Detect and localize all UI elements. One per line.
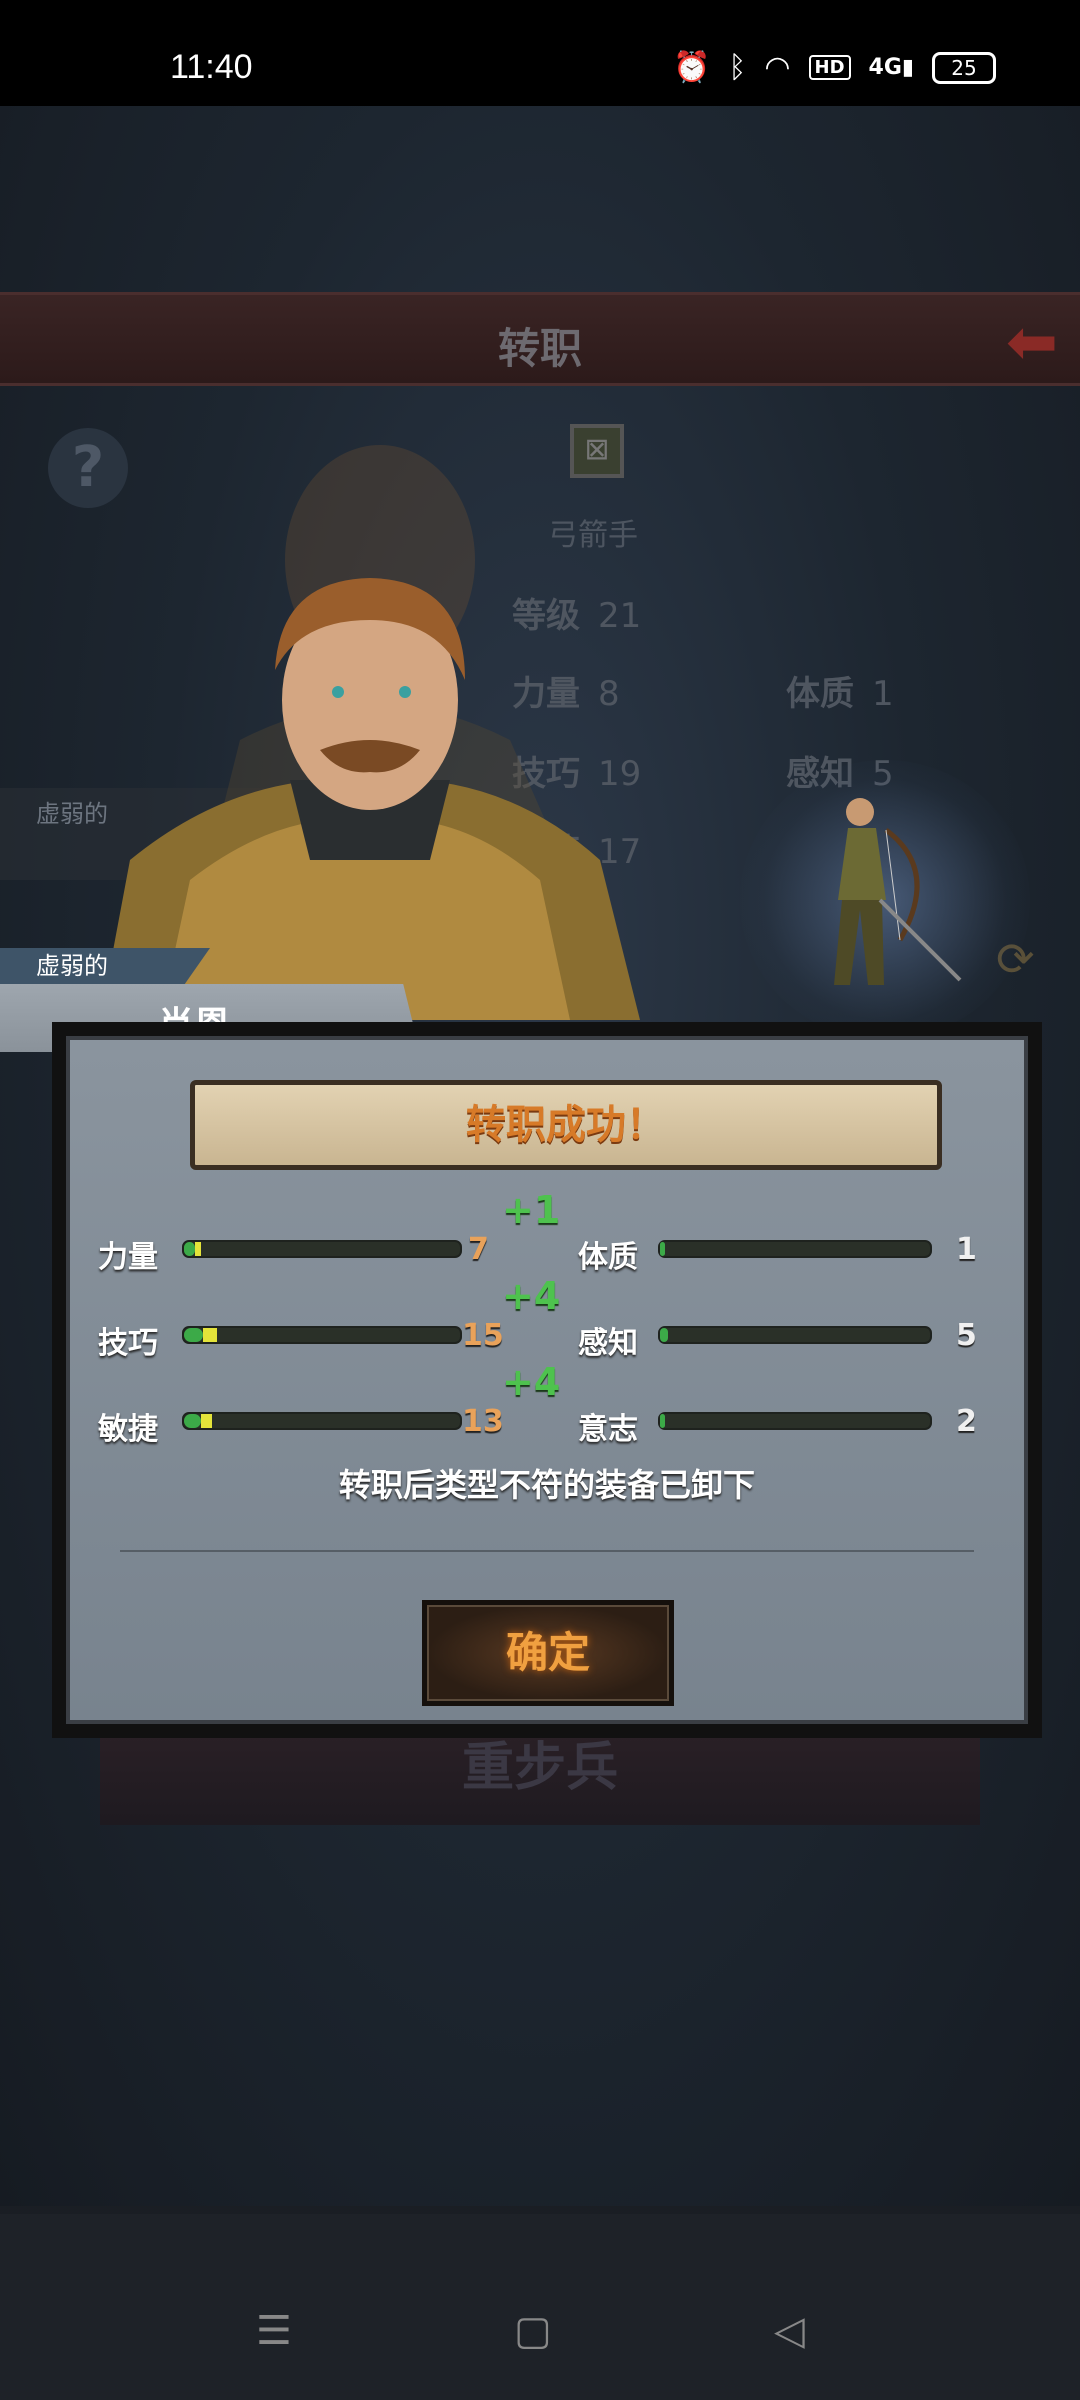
- stat-label-agility: 敏捷: [98, 1412, 158, 1447]
- stat-value-skill: 15: [462, 1318, 504, 1353]
- stat-gain-skill: +4: [502, 1274, 561, 1318]
- bluetooth-icon: ᛒ: [728, 50, 747, 85]
- background-stat-constitution: 体质 1: [786, 674, 894, 714]
- stat-bar-perception: [658, 1326, 932, 1344]
- stat-bar-skill: [182, 1326, 462, 1344]
- stat-bar-will: [658, 1412, 932, 1430]
- confirm-button[interactable]: 确定: [422, 1600, 674, 1706]
- stat-label-will: 意志: [578, 1412, 638, 1447]
- wifi-icon: ◠: [764, 50, 791, 85]
- stat-value-will: 2: [956, 1404, 977, 1439]
- signal-4g-icon: 4G▮: [868, 55, 914, 80]
- stat-gain-strength: +1: [502, 1188, 561, 1232]
- dialog-title: 转职成功！: [190, 1080, 942, 1170]
- stat-label-perception: 感知: [578, 1326, 638, 1361]
- stat-value-constitution: 1: [956, 1232, 977, 1267]
- alarm-icon: ⏰: [672, 50, 711, 85]
- dialog-panel: 转职成功！ 力量 7 +1 技巧 15 +4 敏捷 13 +4 体质 1 感知 …: [66, 1036, 1028, 1724]
- hero-trait: 虚弱的: [0, 948, 210, 984]
- equipment-removed-notice: 转职后类型不符的装备已卸下: [338, 1466, 755, 1504]
- battery-icon: 25: [932, 51, 996, 84]
- stat-label-strength: 力量: [98, 1240, 158, 1275]
- status-icons: ⏰ ᛒ ◠ HD 4G▮ 25: [673, 50, 996, 85]
- stat-label-skill: 技巧: [98, 1326, 158, 1361]
- hd-icon: HD: [808, 55, 851, 80]
- background-tag-trait: 虚弱的: [36, 800, 108, 828]
- stat-bar-agility: [182, 1412, 462, 1430]
- stat-value-strength: 7: [468, 1232, 489, 1267]
- dialog-divider: [120, 1550, 974, 1552]
- stat-value-perception: 5: [956, 1318, 977, 1353]
- class-change-dialog: 转职成功！ 力量 7 +1 技巧 15 +4 敏捷 13 +4 体质 1 感知 …: [52, 1022, 1042, 1738]
- menu-icon[interactable]: ☰: [256, 2308, 292, 2354]
- stat-value-agility: 13: [462, 1404, 504, 1439]
- background-header: 转职 ⬅: [0, 292, 1080, 386]
- back-arrow-icon[interactable]: ⬅: [1006, 305, 1058, 378]
- status-time: 11:40: [170, 48, 253, 86]
- stat-label-constitution: 体质: [578, 1240, 638, 1275]
- home-icon[interactable]: ▢: [514, 2308, 552, 2354]
- stat-bar-strength: [182, 1240, 462, 1258]
- system-nav-bar: [0, 2214, 1080, 2400]
- archer-figure: [834, 798, 962, 985]
- background-title: 转职: [497, 324, 582, 373]
- help-icon[interactable]: ?: [48, 428, 128, 508]
- status-bar: 11:40 ⏰ ᛒ ◠ HD 4G▮ 25: [0, 0, 1080, 106]
- stat-gain-agility: +4: [502, 1360, 561, 1404]
- stat-bar-constitution: [658, 1240, 932, 1258]
- back-icon[interactable]: ◁: [774, 2308, 805, 2354]
